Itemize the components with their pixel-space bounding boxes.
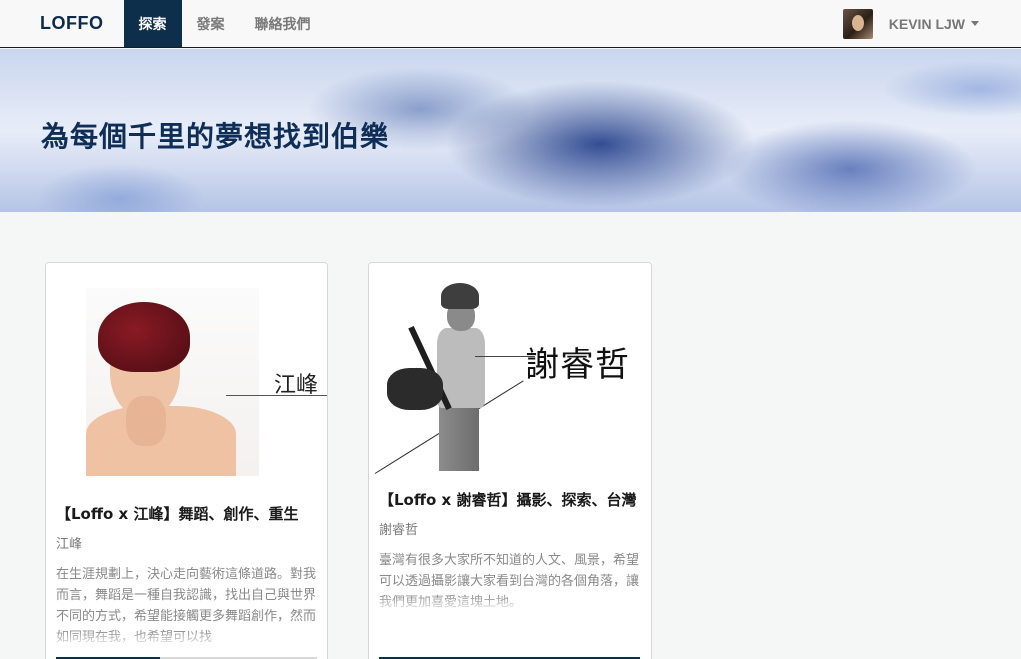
card-title[interactable]: 【Loffo x 江峰】舞蹈、創作、重生 [56, 481, 317, 523]
person-photo [86, 288, 259, 476]
card-description: 臺灣有很多大家所不知道的人文、風景，希望可以透過攝影讓大家看到台灣的各個角落，讓… [379, 550, 641, 613]
avatar[interactable] [842, 8, 873, 39]
project-card[interactable]: 謝睿哲 【Loffo x 謝睿哲】攝影、探索、台灣 謝睿哲 臺灣有很多大家所不知… [368, 262, 652, 659]
brand-logo[interactable]: LOFFO [0, 0, 124, 47]
nav-item-post-project[interactable]: 發案 [182, 0, 240, 47]
user-name[interactable]: KEVIN LJW [889, 16, 965, 32]
card-author: 謝睿哲 [379, 523, 419, 538]
caret-down-icon[interactable] [971, 21, 979, 26]
image-caption: 江峰 [274, 373, 319, 398]
camera-bag [387, 368, 443, 410]
card-image[interactable]: 謝睿哲 [369, 263, 651, 481]
nav-item-contact-us[interactable]: 聯絡我們 [240, 0, 326, 47]
card-title[interactable]: 【Loffo x 謝睿哲】攝影、探索、台灣 [379, 481, 641, 509]
hero-title: 為每個千里的夢想找到伯樂 [41, 120, 390, 153]
user-menu[interactable]: KEVIN LJW [842, 0, 1021, 47]
card-author: 江峰 [56, 537, 83, 552]
hero-banner: 為每個千里的夢想找到伯樂 [0, 49, 1021, 212]
card-image[interactable]: 江峰 [46, 263, 327, 481]
nav-item-explore[interactable]: 探索 [123, 0, 182, 47]
image-caption: 謝睿哲 [525, 345, 630, 385]
project-card[interactable]: 江峰 【Loffo x 江峰】舞蹈、創作、重生 江峰 在生涯規劃上，決心走向藝術… [45, 262, 328, 659]
card-description: 在生涯規劃上，決心走向藝術這條道路。對我而言，舞蹈是一種自我認識，找出自己與世界… [56, 564, 317, 648]
navbar: LOFFO 探索 發案 聯絡我們 KEVIN LJW [0, 0, 1021, 48]
